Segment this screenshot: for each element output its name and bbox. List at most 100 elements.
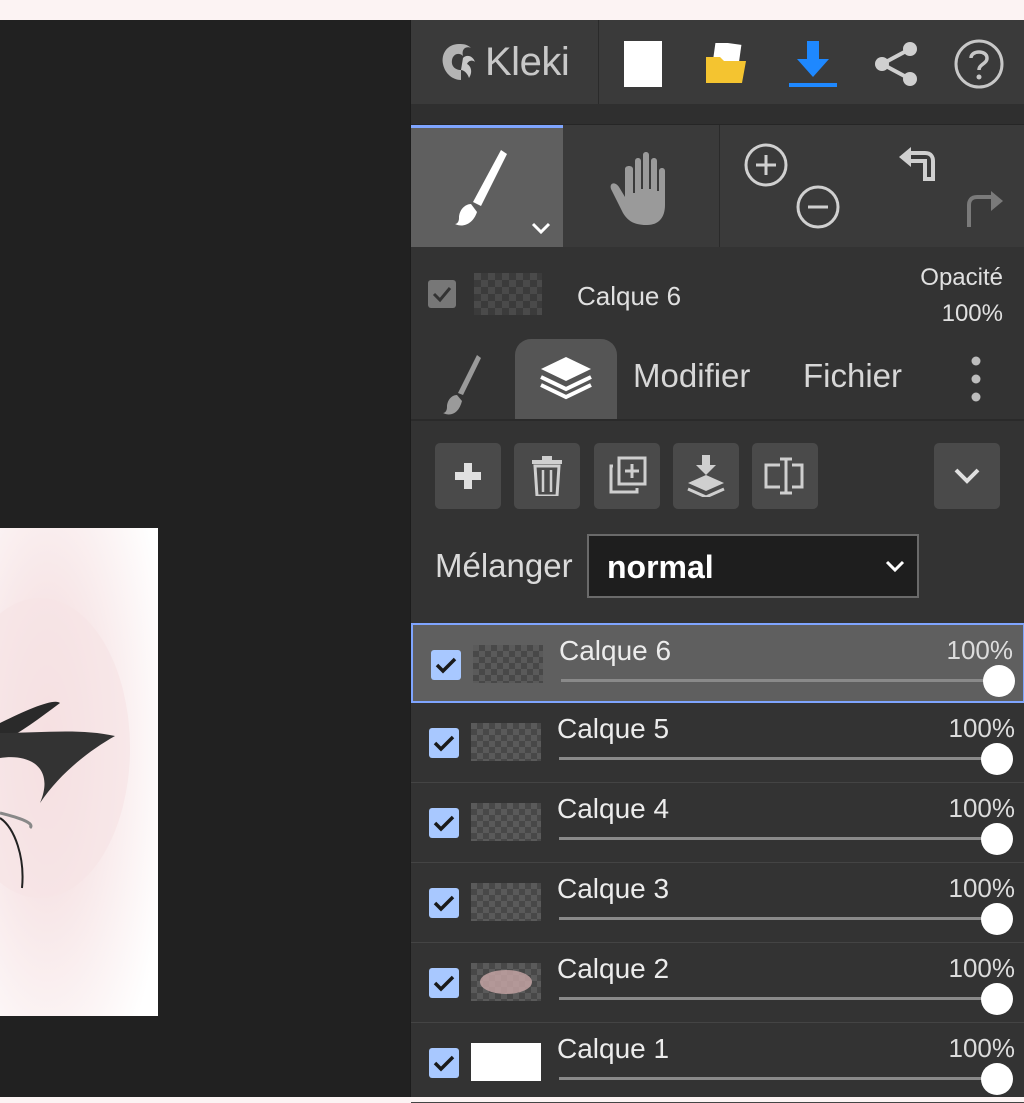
- layer-opacity: 100%: [948, 713, 1016, 743]
- panel-tabs: Modifier Fichier: [411, 333, 1024, 421]
- layer-thumbnail: [471, 883, 541, 921]
- opacity-slider-handle[interactable]: [983, 665, 1015, 697]
- checkmark-icon: [433, 735, 455, 752]
- save-button[interactable]: [787, 38, 839, 90]
- layer-opacity: 100%: [948, 873, 1016, 903]
- undo-icon[interactable]: [895, 139, 947, 191]
- opacity-slider-handle[interactable]: [981, 1063, 1013, 1095]
- layer-row[interactable]: Calque 5 100%: [411, 703, 1024, 783]
- download-icon: [789, 41, 837, 87]
- opacity-slider-track[interactable]: [561, 679, 997, 682]
- opacity-slider-handle[interactable]: [981, 983, 1013, 1015]
- brush-icon: [455, 150, 551, 235]
- opacity-slider-handle[interactable]: [981, 823, 1013, 855]
- layer-thumbnail: [471, 803, 541, 841]
- canvas-area[interactable]: [0, 20, 410, 1097]
- app-name: Kleki: [485, 39, 570, 84]
- merge-down-button[interactable]: [673, 443, 739, 509]
- redo-icon[interactable]: [955, 183, 1007, 235]
- zoom-controls: [719, 125, 872, 247]
- side-panel: Kleki Calque 6 Opacité 100% Modifier Fic…: [410, 20, 1024, 1103]
- layer-name: Calque 6: [559, 635, 672, 666]
- brush-tool-button[interactable]: [411, 125, 563, 247]
- duplicate-layer-button[interactable]: [594, 443, 660, 509]
- toolbar-separator: [411, 104, 1024, 125]
- layer-row[interactable]: Calque 2 100%: [411, 943, 1024, 1023]
- checkmark-icon: [433, 1055, 455, 1072]
- layer-visibility-checkbox[interactable]: [429, 968, 459, 998]
- new-image-icon: [624, 41, 662, 87]
- layer-name: Calque 5: [557, 713, 670, 744]
- help-icon: [954, 39, 1004, 89]
- new-image-button[interactable]: [617, 38, 669, 90]
- layer-row[interactable]: Calque 1 100%: [411, 1023, 1024, 1103]
- layer-visibility-checkbox[interactable]: [431, 650, 461, 680]
- zoom-out-icon[interactable]: [792, 181, 844, 233]
- drawing-artwork: [0, 528, 158, 1016]
- tool-row: [411, 125, 1024, 247]
- share-icon: [875, 42, 917, 86]
- drawing-canvas[interactable]: [0, 528, 158, 1016]
- layer-opacity: 100%: [948, 793, 1016, 823]
- current-layer-visibility-checkbox[interactable]: [428, 280, 456, 308]
- layer-thumbnail: [471, 1043, 541, 1081]
- checkmark-icon: [433, 895, 455, 912]
- kleki-logo[interactable]: Kleki: [437, 39, 570, 84]
- opacity-slider-track[interactable]: [559, 997, 995, 1000]
- layer-options-dropdown-button[interactable]: [934, 443, 1000, 509]
- toolbar-divider: [598, 20, 599, 104]
- hand-tool-button[interactable]: [563, 125, 719, 247]
- help-button[interactable]: [953, 38, 1005, 90]
- layer-row[interactable]: Calque 6 100%: [411, 623, 1024, 703]
- chevron-down-icon: [954, 468, 980, 484]
- opacity-value: 100%: [941, 300, 1003, 327]
- tab-brush[interactable]: [431, 343, 501, 419]
- opacity-slider-handle[interactable]: [981, 903, 1013, 935]
- layer-name: Calque 4: [557, 793, 670, 824]
- layer-row[interactable]: Calque 3 100%: [411, 863, 1024, 943]
- merge-down-icon: [687, 455, 725, 497]
- layer-name: Calque 1: [557, 1033, 670, 1064]
- chevron-down-icon: [885, 560, 905, 573]
- opacity-slider-track[interactable]: [559, 837, 995, 840]
- tab-layers[interactable]: [515, 339, 617, 419]
- history-controls: [871, 125, 1024, 247]
- layer-opacity: 100%: [946, 635, 1014, 665]
- current-layer-name: Calque 6: [577, 281, 682, 311]
- layer-name: Calque 3: [557, 873, 670, 904]
- layer-thumbnail-content: [480, 970, 532, 994]
- tab-file[interactable]: Fichier: [803, 357, 902, 395]
- layer-thumbnail: [473, 645, 543, 683]
- opacity-slider-track[interactable]: [559, 917, 995, 920]
- rename-layer-button[interactable]: [752, 443, 818, 509]
- open-folder-icon: [706, 43, 746, 83]
- layer-opacity: 100%: [948, 953, 1016, 983]
- current-layer-info: Calque 6 Opacité 100%: [411, 248, 1024, 333]
- tab-edit[interactable]: Modifier: [633, 357, 750, 395]
- layers-icon: [540, 357, 592, 400]
- trash-icon: [532, 456, 562, 496]
- layer-thumbnail: [471, 963, 541, 1001]
- layer-row[interactable]: Calque 4 100%: [411, 783, 1024, 863]
- layer-visibility-checkbox[interactable]: [429, 888, 459, 918]
- layer-visibility-checkbox[interactable]: [429, 728, 459, 758]
- delete-layer-button[interactable]: [514, 443, 580, 509]
- checkmark-icon: [433, 975, 455, 992]
- share-button[interactable]: [871, 38, 923, 90]
- open-button[interactable]: [701, 38, 753, 90]
- blend-mode-select[interactable]: normal: [587, 534, 919, 598]
- hand-icon: [610, 152, 665, 225]
- opacity-slider-handle[interactable]: [981, 743, 1013, 775]
- more-menu-button[interactable]: [966, 355, 986, 403]
- add-layer-button[interactable]: [435, 443, 501, 509]
- opacity-slider-track[interactable]: [559, 1077, 995, 1080]
- duplicate-icon: [609, 456, 647, 494]
- layer-visibility-checkbox[interactable]: [429, 1048, 459, 1078]
- opacity-label: Opacité: [920, 264, 1003, 291]
- blend-mode-label: Mélanger: [435, 547, 573, 584]
- rename-icon: [764, 457, 804, 495]
- layer-visibility-checkbox[interactable]: [429, 808, 459, 838]
- top-toolbar: Kleki: [411, 20, 1024, 104]
- layer-name: Calque 2: [557, 953, 670, 984]
- opacity-slider-track[interactable]: [559, 757, 995, 760]
